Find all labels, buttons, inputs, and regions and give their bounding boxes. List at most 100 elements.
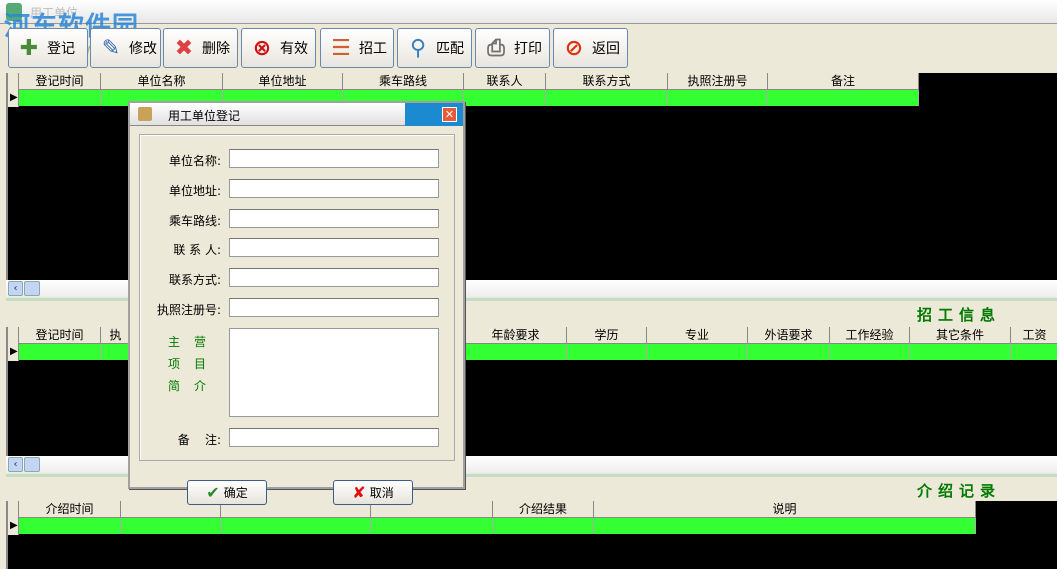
row-indicator[interactable]: ▶ [8, 501, 19, 535]
remark-label: 备 注: [177, 433, 221, 447]
field-input-0[interactable] [229, 149, 439, 168]
delete-icon: ✖ [174, 35, 194, 61]
column-header[interactable]: 其它条件 [910, 327, 1011, 344]
column-header[interactable]: 单位地址 [223, 73, 343, 90]
grid-cell[interactable] [1011, 344, 1057, 360]
scroll-thumb[interactable] [24, 457, 40, 472]
field-input-4[interactable] [229, 268, 439, 287]
toolbar-label: 有效 [280, 41, 308, 57]
column-header[interactable]: 备注 [768, 73, 919, 90]
grid-cell[interactable] [910, 344, 1011, 360]
toolbar-label: 返回 [592, 41, 620, 57]
match-icon: ⚲ [409, 35, 427, 61]
field-label: 乘车路线: [168, 214, 221, 228]
grid-cell[interactable] [768, 90, 919, 106]
window-titlebar: 用工单位 [0, 0, 1057, 24]
toolbar-label: 登记 [47, 41, 75, 57]
column-header[interactable]: 外语要求 [748, 327, 830, 344]
column-header[interactable]: 登记时间 [19, 73, 101, 90]
grid-cell[interactable] [371, 518, 493, 534]
toolbar-button-4[interactable]: ☰ 招工 [320, 28, 394, 68]
toolbar-button-6[interactable]: ⎙ 打印 [475, 28, 550, 68]
toolbar-label: 打印 [514, 41, 542, 57]
field-input-1[interactable] [229, 179, 439, 198]
scroll-left-icon[interactable]: ‹ [8, 281, 23, 296]
current-row-icon: ▶ [10, 346, 18, 357]
column-header[interactable]: 专业 [647, 327, 748, 344]
cross-icon: ✘ [352, 483, 366, 502]
scroll-thumb[interactable] [24, 281, 40, 296]
scroll-left-icon[interactable]: ‹ [8, 457, 23, 472]
column-header[interactable]: 联系方式 [546, 73, 668, 90]
return-icon: ⊘ [564, 35, 584, 61]
toolbar-button-2[interactable]: ✖ 删除 [163, 28, 238, 68]
row-indicator[interactable]: ▶ [8, 73, 19, 107]
grid-cell[interactable] [594, 518, 976, 534]
register-icon: ✚ [19, 35, 39, 61]
field-input-2[interactable] [229, 209, 439, 228]
grid-cell[interactable] [546, 90, 668, 106]
remark-input[interactable] [229, 428, 439, 447]
toolbar-label: 招工 [359, 41, 387, 57]
toolbar-label: 匹配 [436, 41, 464, 57]
grid-cell[interactable] [567, 344, 647, 360]
edit-icon: ✎ [101, 35, 121, 61]
column-header[interactable]: 介绍时间 [19, 501, 121, 518]
business-label: 主营 项目 简介 [168, 335, 221, 393]
toolbar-button-0[interactable]: ✚ 登记 [8, 28, 88, 68]
field-label: 单位地址: [168, 184, 221, 198]
column-header[interactable]: 执照注册号 [668, 73, 768, 90]
grid-cell[interactable] [493, 518, 594, 534]
section-recruit-title: 招工信息 [916, 306, 1001, 324]
field-label: 联 系 人: [173, 243, 221, 257]
grid-cell[interactable] [221, 518, 371, 534]
column-header[interactable]: 学历 [567, 327, 647, 344]
recruit-icon: ☰ [331, 35, 351, 61]
grid-cell[interactable] [465, 344, 567, 360]
toolbar-button-7[interactable]: ⊘ 返回 [553, 28, 628, 68]
grid-cell[interactable] [830, 344, 910, 360]
field-label: 联系方式: [168, 273, 221, 287]
grid-cell[interactable] [19, 344, 101, 360]
dialog-titlebar: 用工单位登记 ✕ [130, 103, 463, 126]
column-header[interactable]: 介绍结果 [493, 501, 594, 518]
close-icon[interactable]: ✕ [442, 107, 457, 122]
grid-cell[interactable] [19, 90, 101, 106]
grid-cell[interactable] [19, 518, 121, 534]
field-label: 单位名称: [168, 154, 221, 168]
column-header[interactable]: 单位名称 [101, 73, 223, 90]
register-dialog: 用工单位登记 ✕ 单位名称: 单位地址: 乘车路线: 联 系 人: 联系方式: 执照注册号… [128, 101, 465, 505]
column-header[interactable]: 说明 [594, 501, 976, 518]
column-header[interactable]: 年龄要求 [465, 327, 567, 344]
grid-cell[interactable] [101, 344, 131, 360]
column-header[interactable]: 工资 [1011, 327, 1057, 344]
dialog-icon [138, 107, 152, 121]
business-textarea[interactable] [229, 328, 439, 417]
grid-cell[interactable] [464, 90, 546, 106]
dialog-title: 用工单位登记 [168, 109, 241, 123]
valid-icon: ⊗ [252, 35, 272, 61]
field-input-5[interactable] [229, 298, 439, 317]
toolbar-button-5[interactable]: ⚲ 匹配 [397, 28, 472, 68]
column-header[interactable]: 联系人 [464, 73, 546, 90]
column-header[interactable]: 乘车路线 [343, 73, 464, 90]
ok-button[interactable]: ✔ 确定 [187, 480, 267, 505]
grid-cell[interactable] [748, 344, 830, 360]
cancel-button[interactable]: ✘ 取消 [333, 480, 413, 505]
column-header[interactable]: 登记时间 [19, 327, 101, 344]
current-row-icon: ▶ [10, 92, 18, 103]
grid-cell[interactable] [668, 90, 768, 106]
toolbar-label: 修改 [129, 41, 157, 57]
current-row-icon: ▶ [10, 520, 18, 531]
column-header[interactable]: 执 [101, 327, 131, 344]
grid-cell[interactable] [121, 518, 221, 534]
intro-grid[interactable]: ▶ 介绍时间 介绍结果 说明 [6, 501, 1057, 569]
field-label: 执照注册号: [156, 303, 221, 317]
row-indicator[interactable]: ▶ [8, 327, 19, 361]
column-header[interactable]: 工作经验 [830, 327, 910, 344]
toolbar-button-3[interactable]: ⊗ 有效 [241, 28, 316, 68]
toolbar-button-1[interactable]: ✎ 修改 [90, 28, 161, 68]
toolbar-label: 删除 [202, 41, 230, 57]
field-input-3[interactable] [229, 238, 439, 257]
grid-cell[interactable] [647, 344, 748, 360]
